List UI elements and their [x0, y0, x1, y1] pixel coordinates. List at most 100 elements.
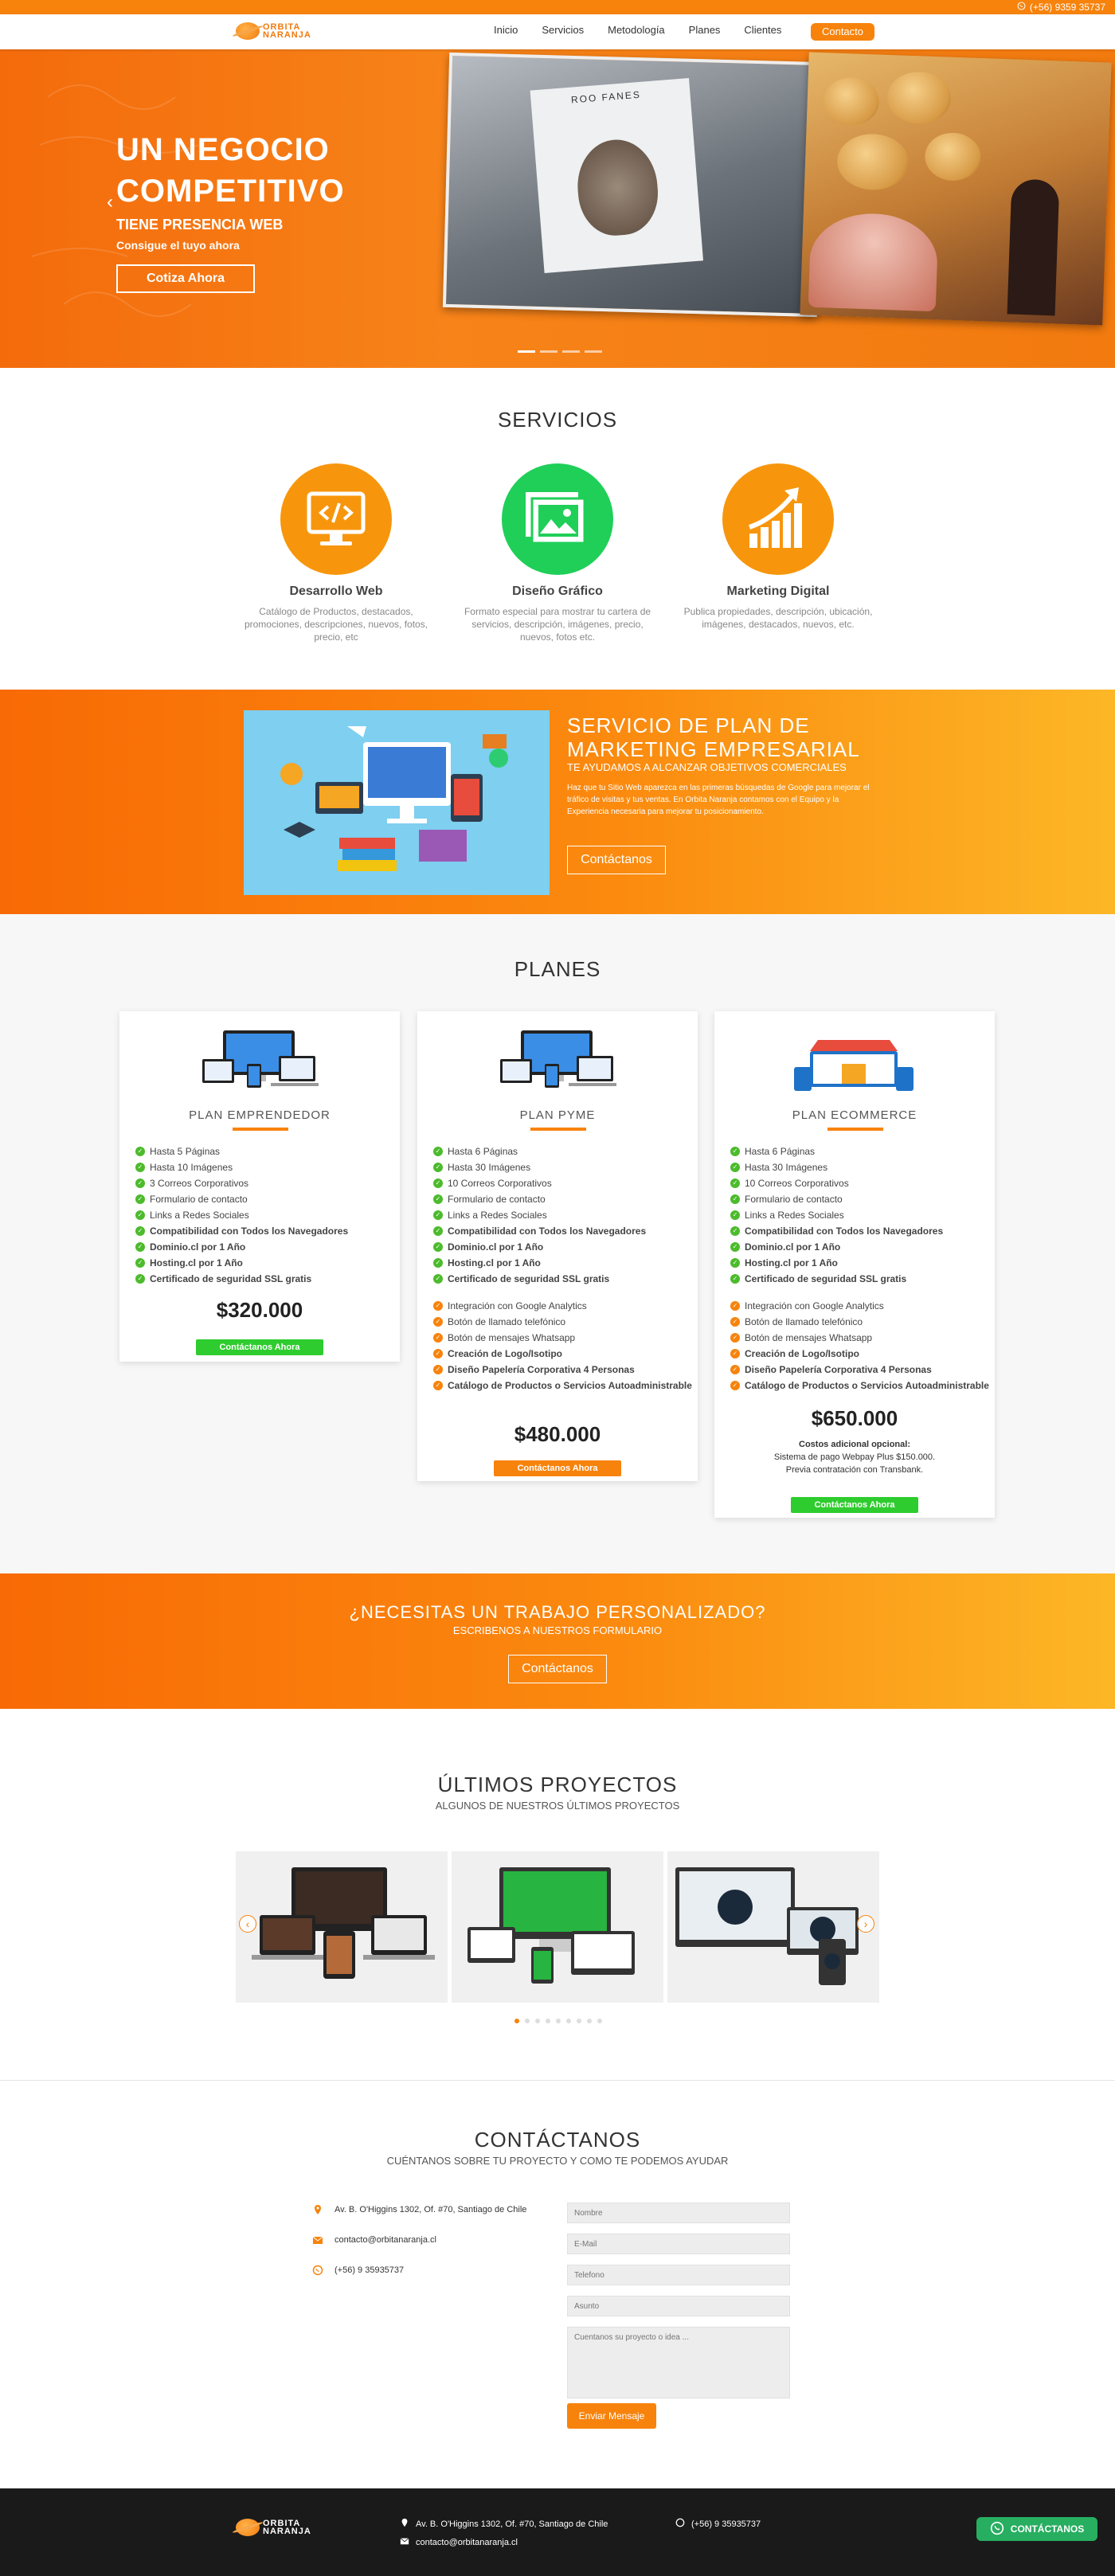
check-icon: ✓ [135, 1147, 145, 1156]
brand-name: ORBITA NARANJA [263, 2519, 311, 2536]
pagination-dot[interactable] [535, 2019, 540, 2023]
top-phone[interactable]: (+56) 9359 35737 [1017, 2, 1105, 13]
list-spacer [730, 1287, 989, 1298]
custom-work-section: ¿NECESITAS UN TRABAJO PERSONALIZADO? ESC… [0, 1573, 1115, 1709]
contact-address: Av. B. O'Higgins 1302, Of. #70, Santiago… [312, 2204, 526, 2215]
brand-logo[interactable]: ORBITA NARANJA [236, 22, 311, 40]
plan-underline [233, 1128, 288, 1131]
plan-contact-button[interactable]: Contáctanos Ahora [494, 1460, 621, 1476]
plan-feature: ✓ Dominio.cl por 1 Año [730, 1239, 989, 1255]
plan-contact-button[interactable]: Contáctanos Ahora [791, 1497, 918, 1513]
pagination-dot[interactable] [566, 2019, 571, 2023]
planet-icon [236, 22, 260, 40]
plan-extra-feature: ✓ Botón de mensajes Whatsapp [433, 1330, 692, 1346]
send-message-button[interactable]: Enviar Mensaje [567, 2403, 656, 2429]
plan-feature: ✓ 10 Correos Corporativos [730, 1175, 989, 1191]
email-field[interactable] [567, 2234, 790, 2254]
map-pin-icon [400, 2518, 409, 2530]
contact-email[interactable]: contacto@orbitanaranja.cl [312, 2234, 436, 2246]
whatsapp-icon [990, 2521, 1004, 2538]
plans-title: PLANES [514, 957, 601, 981]
custom-contact-button[interactable]: Contáctanos [508, 1655, 607, 1683]
pagination-dot[interactable] [546, 2019, 550, 2023]
check-icon: ✓ [730, 1179, 740, 1188]
contact-phone[interactable]: (+56) 9 35935737 [312, 2265, 404, 2276]
plan-card: PLAN PYME ✓ Hasta 6 Páginas ✓ Hasta 30 Imáge… [417, 1011, 698, 1481]
pagination-dot[interactable] [597, 2019, 602, 2023]
plan-feature: ✓ Dominio.cl por 1 Año [135, 1239, 348, 1255]
plan-feature: ✓ Hasta 5 Páginas [135, 1143, 348, 1159]
service-circle [280, 463, 392, 575]
hero-title: UN NEGOCIO COMPETITIVO [116, 132, 345, 209]
plan-contact-button[interactable]: Contáctanos Ahora [196, 1339, 323, 1355]
marketing-contact-button[interactable]: Contáctanos [567, 846, 666, 874]
plan-feature: ✓ Compatibilidad con Todos los Navegadore… [730, 1223, 989, 1239]
custom-title: ¿NECESITAS UN TRABAJO PERSONALIZADO? [349, 1602, 766, 1622]
check-icon: ✓ [433, 1365, 443, 1374]
nav-item-metodologia[interactable]: Metodología [608, 24, 665, 36]
devices-icon [500, 1030, 616, 1088]
plan-extra-feature: ✓ Integración con Google Analytics [730, 1298, 989, 1314]
projects-next-arrow[interactable]: › [857, 1915, 874, 1933]
check-icon: ✓ [730, 1349, 740, 1358]
check-icon: ✓ [730, 1381, 740, 1390]
message-field[interactable] [567, 2327, 790, 2398]
main-navbar: ORBITA NARANJA Inicio Servicios Metodolog… [0, 14, 1115, 49]
service-card-marketing: Marketing Digital Publica propiedades, d… [675, 463, 882, 631]
slide-indicator[interactable] [518, 350, 535, 353]
plan-underline [530, 1128, 586, 1131]
plan-feature: ✓ Formulario de contacto [433, 1191, 692, 1207]
slide-indicator[interactable] [540, 350, 558, 353]
phone-field[interactable] [567, 2265, 790, 2285]
footer-logo[interactable]: ORBITA NARANJA [236, 2519, 311, 2536]
nav-item-servicios[interactable]: Servicios [542, 24, 584, 36]
quote-button[interactable]: Cotiza Ahora [116, 264, 255, 293]
top-bar: (+56) 9359 35737 [0, 0, 1115, 14]
project-thumbnail[interactable] [236, 1851, 448, 2003]
name-field[interactable] [567, 2203, 790, 2223]
plan-price: $320.000 [216, 1298, 303, 1322]
plan-feature: ✓ Links a Redes Sociales [730, 1207, 989, 1223]
pagination-dot[interactable] [577, 2019, 581, 2023]
check-icon: ✓ [135, 1226, 145, 1236]
online-store-icon [794, 1040, 914, 1091]
footer-address: Av. B. O'Higgins 1302, Of. #70, Santiago… [400, 2518, 608, 2530]
hero-prev-arrow[interactable]: ‹ [107, 191, 113, 213]
whatsapp-contact-button[interactable]: CONTÁCTANOS [976, 2517, 1097, 2541]
person-silhouette [1007, 178, 1060, 316]
check-icon: ✓ [433, 1194, 443, 1204]
footer-email[interactable]: contacto@orbitanaranja.cl [400, 2536, 518, 2548]
nav-contact-button[interactable]: Contacto [811, 23, 874, 41]
pagination-dot[interactable] [556, 2019, 561, 2023]
plan-features: ✓ Hasta 5 Páginas ✓ Hasta 10 Imágenes ✓ 3 Cor… [135, 1143, 348, 1287]
footer-phone[interactable]: (+56) 9 35935737 [675, 2518, 761, 2530]
nav-item-inicio[interactable]: Inicio [494, 24, 518, 36]
whatsapp-icon [312, 2265, 323, 2276]
plan-name: PLAN EMPRENDEDOR [189, 1108, 331, 1122]
plan-extra-feature: ✓ Creación de Logo/Isotipo [730, 1346, 989, 1362]
projects-prev-arrow[interactable]: ‹ [239, 1915, 256, 1933]
check-icon: ✓ [433, 1349, 443, 1358]
pagination-dot[interactable] [587, 2019, 592, 2023]
nav-item-clientes[interactable]: Clientes [744, 24, 781, 36]
subject-field[interactable] [567, 2296, 790, 2316]
check-icon: ✓ [433, 1333, 443, 1343]
slide-indicator[interactable] [585, 350, 602, 353]
custom-tagline: ESCRIBENOS A NUESTROS FORMULARIO [452, 1624, 663, 1636]
project-thumbnail[interactable] [452, 1851, 663, 2003]
cookie-shape [822, 76, 880, 127]
hero-tagline: Consigue el tuyo ahora [116, 239, 240, 252]
check-icon: ✓ [730, 1242, 740, 1252]
whatsapp-icon [1017, 2, 1026, 13]
hero-slide-indicators [518, 350, 602, 353]
nav-item-planes[interactable]: Planes [689, 24, 721, 36]
slide-indicator[interactable] [562, 350, 580, 353]
plan-extra-feature: ✓ Botón de mensajes Whatsapp [730, 1330, 989, 1346]
pagination-dot[interactable] [514, 2019, 519, 2023]
plan-feature: ✓ Formulario de contacto [135, 1191, 348, 1207]
check-icon: ✓ [730, 1226, 740, 1236]
project-thumbnail[interactable] [667, 1851, 879, 2003]
pagination-dot[interactable] [525, 2019, 530, 2023]
service-circle [722, 463, 834, 575]
growth-chart-icon [749, 487, 802, 548]
